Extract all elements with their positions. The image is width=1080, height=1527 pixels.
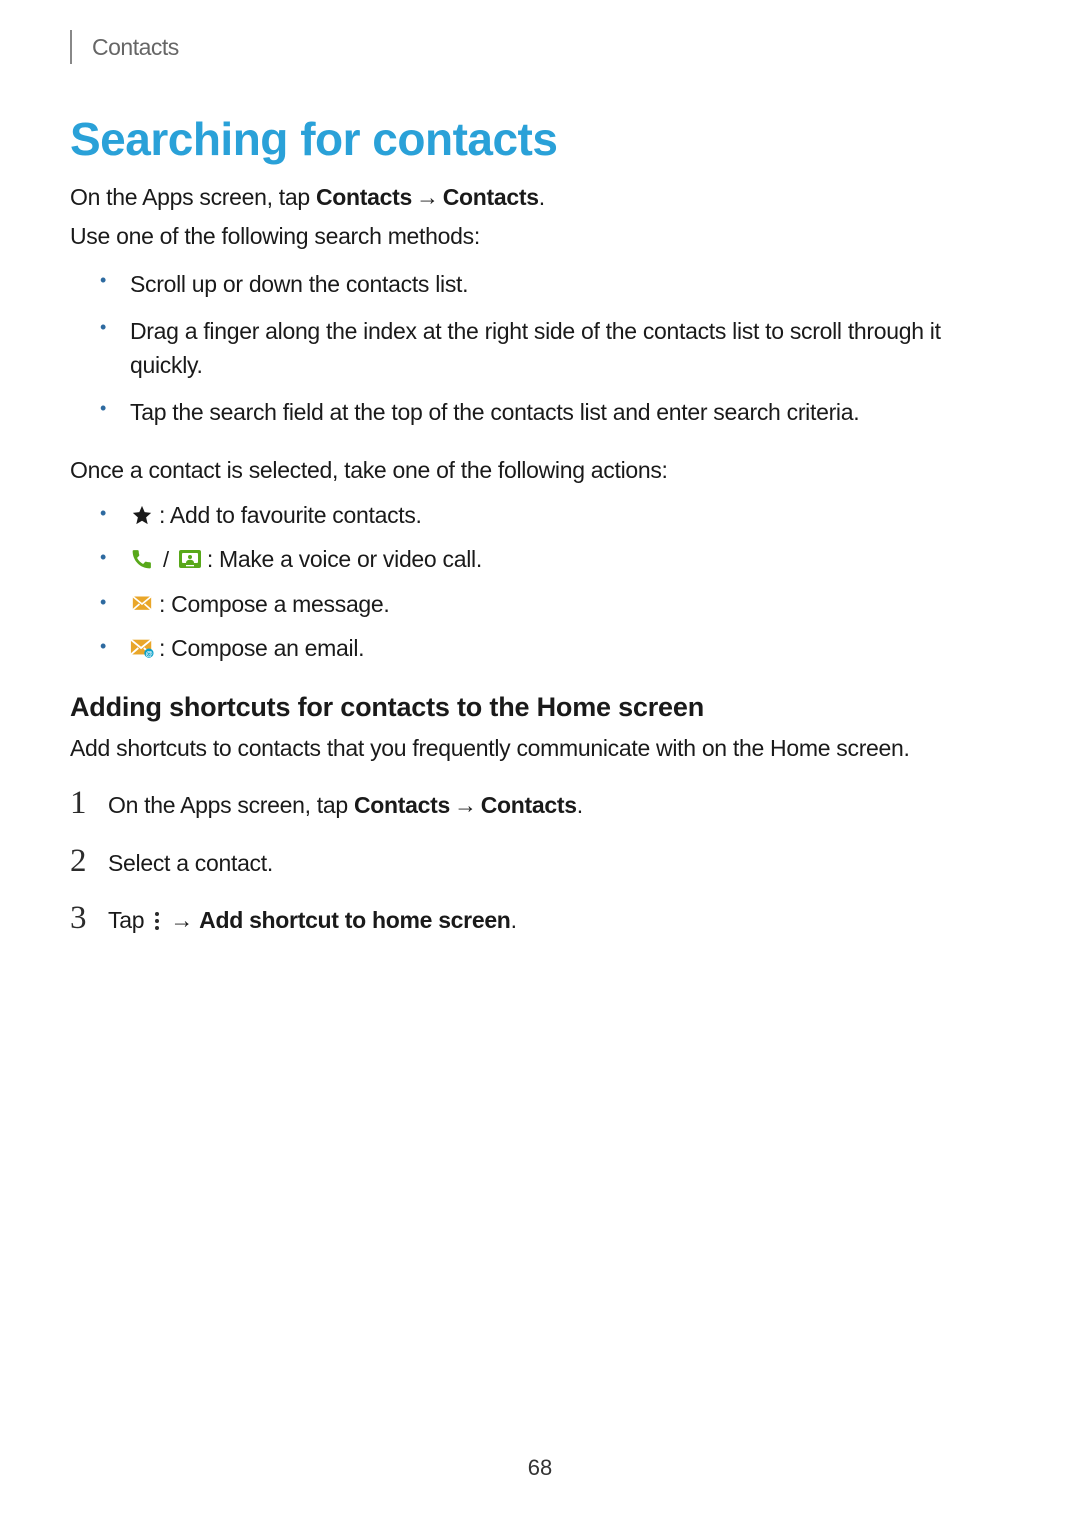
video-call-icon [178,547,202,571]
arrow-icon: → [412,184,443,210]
step-number: 2 [70,843,108,880]
arrow-icon: → [450,792,481,818]
bold-contacts-2: Contacts [443,184,539,210]
header-rule [70,30,72,64]
action-call: / : Make a voice or video call. [70,542,1008,577]
step-text: On the Apps screen, tap Contacts→Contact… [108,788,1008,823]
more-options-icon [152,911,161,931]
text: . [539,184,545,210]
action-favourite: : Add to favourite contacts. [70,498,1008,533]
list-item: Scroll up or down the contacts list. [70,267,1008,302]
icon-group: @ [130,636,154,660]
list-item: Tap the search field at the top of the c… [70,395,1008,430]
bold-add-shortcut: Add shortcut to home screen [199,907,510,933]
text: On the Apps screen, tap [108,792,354,818]
step-number: 3 [70,900,108,937]
page-header: Contacts [70,30,1008,64]
action-text: : Add to favourite contacts. [159,498,422,533]
step-text: Tap → Add shortcut to home screen. [108,903,1008,938]
text: . [511,907,517,933]
search-methods-list: Scroll up or down the contacts list. Dra… [70,267,1008,429]
step-1: 1 On the Apps screen, tap Contacts→Conta… [70,785,1008,823]
email-icon: @ [130,636,154,660]
page-title: Searching for contacts [70,112,1008,166]
text: Tap [108,907,150,933]
step-text: Select a contact. [108,846,1008,881]
header-section-label: Contacts [92,34,179,61]
page-number: 68 [0,1455,1080,1481]
star-icon [130,503,154,527]
icon-group [130,503,154,527]
bold-contacts: Contacts [481,792,577,818]
message-icon [130,592,154,616]
separator: / [163,543,169,576]
text: . [577,792,583,818]
text: On the Apps screen, tap [70,184,316,210]
action-text: : Make a voice or video call. [207,542,482,577]
subheading: Adding shortcuts for contacts to the Hom… [70,692,1008,723]
svg-text:@: @ [145,649,152,658]
action-message: : Compose a message. [70,587,1008,622]
action-email: @ : Compose an email. [70,631,1008,666]
list-item: Drag a finger along the index at the rig… [70,314,1008,383]
action-text: : Compose a message. [159,587,390,622]
step-number: 1 [70,785,108,822]
phone-icon [130,547,154,571]
icon-group [130,592,154,616]
arrow-icon: → [164,907,199,933]
intro-line-1: On the Apps screen, tap Contacts→Contact… [70,180,1008,215]
page: Contacts Searching for contacts On the A… [0,0,1080,1527]
icon-group: / [130,543,202,576]
sub-intro: Add shortcuts to contacts that you frequ… [70,731,1008,766]
step-3: 3 Tap → Add shortcut to home screen. [70,900,1008,938]
bold-contacts-1: Contacts [316,184,412,210]
action-text: : Compose an email. [159,631,364,666]
bold-contacts: Contacts [354,792,450,818]
once-selected-text: Once a contact is selected, take one of … [70,453,1008,488]
steps-list: 1 On the Apps screen, tap Contacts→Conta… [70,785,1008,938]
step-2: 2 Select a contact. [70,843,1008,881]
intro-line-2: Use one of the following search methods: [70,219,1008,254]
actions-list: : Add to favourite contacts. / [70,498,1008,666]
